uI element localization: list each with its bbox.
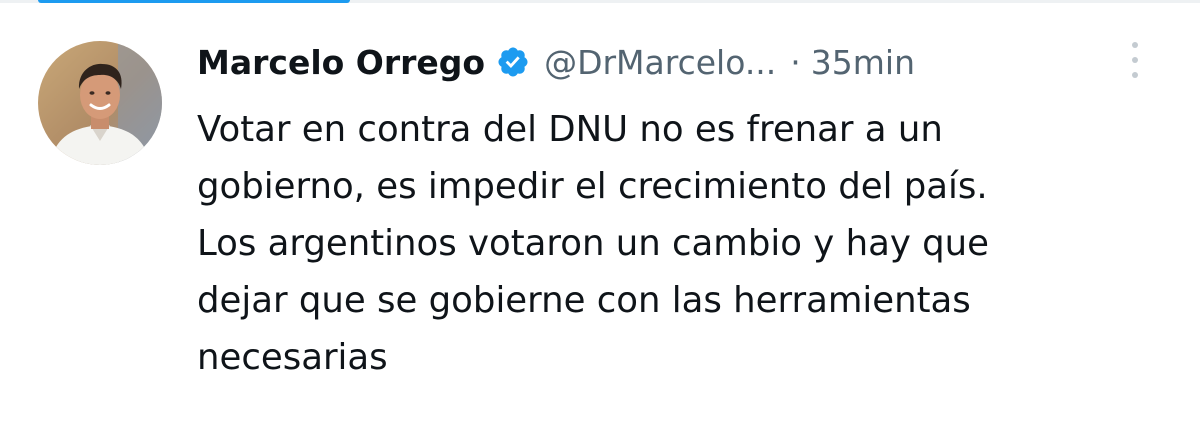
tweet-text: Votar en contra del DNU no es frenar a u… (197, 101, 1157, 386)
avatar[interactable] (38, 41, 162, 165)
timestamp[interactable]: 35min (811, 43, 915, 82)
tweet-text-line: Los argentinos votaron un cambio y hay q… (197, 223, 990, 264)
tweet-card[interactable]: Marcelo Orrego @DrMarcelo... · 35min Vot… (0, 0, 1200, 433)
author-handle[interactable]: @DrMarcelo... (544, 43, 776, 82)
tweet-header: Marcelo Orrego @DrMarcelo... · 35min (197, 34, 915, 90)
more-vertical-icon[interactable] (1127, 42, 1143, 82)
avatar-image (38, 41, 162, 165)
tweet-text-line: dejar que se gobierne con las herramient… (197, 280, 971, 321)
author-name[interactable]: Marcelo Orrego (197, 43, 485, 82)
tweet-text-line: Votar en contra del DNU no es frenar a u… (197, 109, 943, 150)
tweet-text-line: gobierno, es impedir el crecimiento del … (197, 166, 988, 207)
separator-dot: · (790, 42, 801, 82)
verified-badge-icon (498, 47, 528, 77)
tweet-text-line: necesarias (197, 337, 388, 378)
tab-indicator (38, 0, 350, 3)
